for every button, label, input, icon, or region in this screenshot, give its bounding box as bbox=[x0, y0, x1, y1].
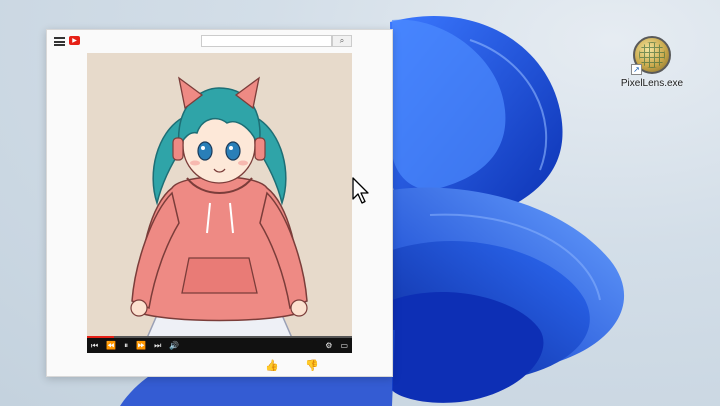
previous-icon[interactable]: ⏮ bbox=[87, 338, 102, 353]
mouse-cursor-icon bbox=[352, 177, 369, 204]
dislike-icon[interactable]: 👎 bbox=[305, 359, 319, 372]
video-player[interactable]: ⏮ ⏪ ⏸ ⏩ ⏭ 🔊 ⚙ ▭ bbox=[87, 53, 352, 353]
volume-icon[interactable]: 🔊 bbox=[165, 338, 183, 353]
settings-icon[interactable]: ⚙ bbox=[321, 338, 336, 353]
rewind-icon[interactable]: ⏪ bbox=[102, 338, 120, 353]
next-icon[interactable]: ⏭ bbox=[150, 338, 165, 353]
video-actions: 👍 👎 bbox=[87, 354, 352, 376]
pixel-grid-icon bbox=[639, 42, 665, 68]
video-topbar: ▶ ⌕ bbox=[47, 30, 392, 52]
video-window: ▶ ⌕ ⏮ ⏪ ⏸ ⏩ ⏭ 🔊 ⚙ ▭ 👍 👎 bbox=[46, 29, 393, 377]
video-frame-anime-girl bbox=[87, 53, 352, 338]
controls-right: ⚙ ▭ bbox=[321, 338, 352, 353]
miniplayer-icon[interactable]: ▭ bbox=[336, 338, 352, 353]
video-logo-icon[interactable]: ▶ bbox=[69, 36, 80, 45]
desktop-icon-label: PixelLens.exe bbox=[620, 78, 684, 89]
search-input[interactable] bbox=[201, 35, 332, 47]
desktop-icon-pixellens[interactable]: ↗ PixelLens.exe bbox=[616, 36, 688, 89]
forward-icon[interactable]: ⏩ bbox=[132, 338, 150, 353]
menu-icon[interactable] bbox=[54, 37, 65, 46]
player-controls: ⏮ ⏪ ⏸ ⏩ ⏭ 🔊 ⚙ ▭ bbox=[87, 336, 352, 353]
progress-bar[interactable] bbox=[87, 336, 352, 338]
shortcut-arrow-icon: ↗ bbox=[631, 64, 642, 75]
progress-fill bbox=[87, 336, 114, 338]
like-icon[interactable]: 👍 bbox=[265, 359, 279, 372]
pause-icon[interactable]: ⏸ bbox=[120, 338, 132, 353]
search-button[interactable]: ⌕ bbox=[332, 35, 352, 47]
